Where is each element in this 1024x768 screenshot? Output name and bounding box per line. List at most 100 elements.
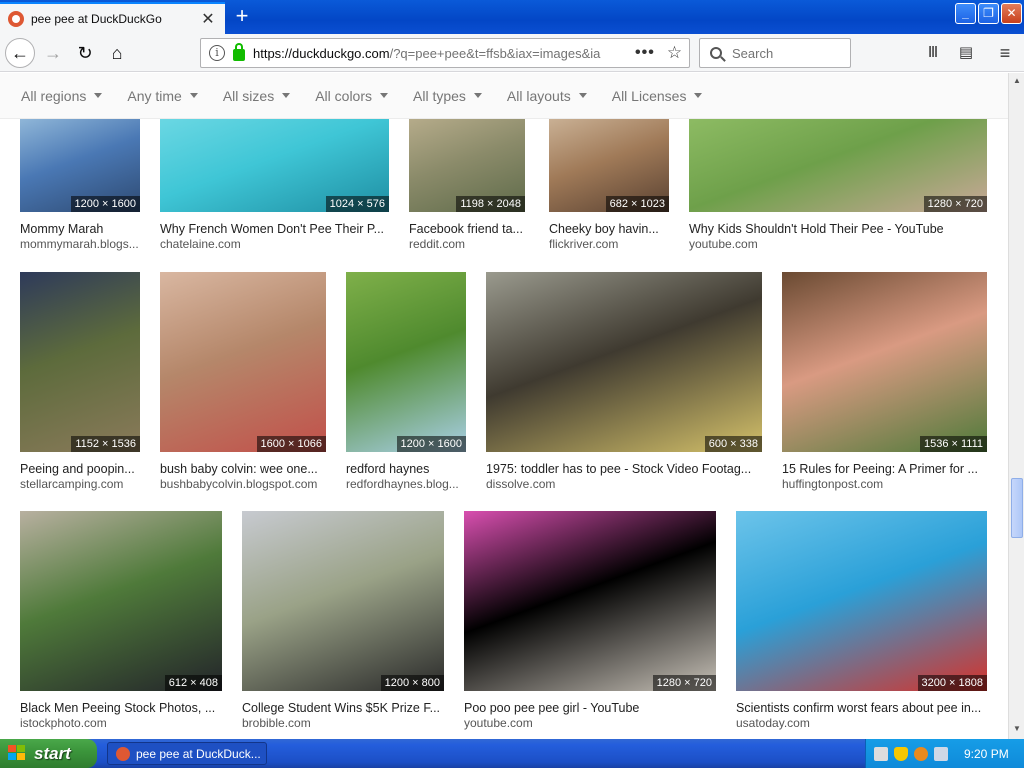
scroll-up-icon[interactable]: ▲ — [1011, 76, 1023, 88]
sidebar-toggle-icon[interactable]: ▤ — [955, 42, 977, 64]
forward-button[interactable]: → — [38, 38, 68, 68]
navigation-toolbar: ← → ↻ ⌂ i https://duckduckgo.com/?q=pee+… — [0, 34, 1024, 72]
filter-type[interactable]: All types — [413, 88, 482, 104]
result-title[interactable]: Mommy Marah — [20, 222, 140, 236]
magnifier-icon[interactable] — [914, 746, 928, 761]
result-title[interactable]: Cheeky boy havin... — [549, 222, 669, 236]
filter-time[interactable]: Any time — [127, 88, 197, 104]
filter-region[interactable]: All regions — [21, 88, 102, 104]
image-dimensions-badge: 1200 × 1600 — [70, 196, 140, 212]
result-title[interactable]: Why French Women Don't Pee Their P... — [160, 222, 389, 236]
result-source[interactable]: mommymarah.blogs... — [20, 237, 140, 251]
filter-license[interactable]: All Licenses — [612, 88, 703, 104]
result-thumbnail[interactable]: 3200 × 1808 — [736, 511, 987, 691]
result-thumbnail[interactable]: 1152 × 1536 — [20, 272, 140, 452]
result-thumbnail[interactable]: 1200 × 1600 — [20, 119, 140, 212]
image-result[interactable]: 682 × 1023 Cheeky boy havin... flickriver.… — [549, 119, 669, 260]
result-title[interactable]: College Student Wins $5K Prize F... — [242, 701, 444, 715]
result-title[interactable]: redford haynes — [346, 462, 466, 476]
result-source[interactable]: dissolve.com — [486, 477, 762, 491]
image-result[interactable]: 1200 × 800 College Student Wins $5K Prize… — [242, 511, 444, 739]
back-button[interactable]: ← — [5, 38, 35, 68]
hamburger-menu-icon[interactable]: ≡ — [994, 42, 1016, 64]
filter-color[interactable]: All colors — [315, 88, 388, 104]
image-result[interactable]: 1280 × 720 Poo poo pee pee girl - YouTube… — [464, 511, 716, 739]
result-title[interactable]: Scientists confirm worst fears about pee… — [736, 701, 987, 715]
search-box[interactable]: Search — [699, 38, 851, 68]
bookmark-star-icon[interactable]: ☆ — [667, 43, 682, 63]
result-source[interactable]: flickriver.com — [549, 237, 669, 251]
result-title[interactable]: Why Kids Shouldn't Hold Their Pee - YouT… — [689, 222, 987, 236]
result-thumbnail[interactable]: 600 × 338 — [486, 272, 762, 452]
image-result[interactable]: 1600 × 1066 bush baby colvin: wee one... b… — [160, 272, 326, 500]
result-source[interactable]: bushbabycolvin.blogspot.com — [160, 477, 326, 491]
vertical-scrollbar[interactable]: ▲ ▼ — [1008, 73, 1024, 739]
keyboard-icon[interactable] — [874, 746, 888, 761]
result-source[interactable]: huffingtonpost.com — [782, 477, 987, 491]
reload-button[interactable]: ↻ — [70, 38, 100, 68]
home-button[interactable]: ⌂ — [102, 38, 132, 68]
browser-tab[interactable]: pee pee at DuckDuckGo ✕ — [0, 2, 225, 34]
image-result[interactable]: 1198 × 2048 Facebook friend ta... reddit.c… — [409, 119, 525, 260]
image-result[interactable]: 1280 × 720 Why Kids Shouldn't Hold Their … — [689, 119, 987, 260]
maximize-button[interactable]: ❐ — [978, 3, 999, 24]
result-thumbnail[interactable]: 612 × 408 — [20, 511, 222, 691]
duckduckgo-favicon-icon — [8, 11, 24, 27]
image-result[interactable]: 3200 × 1808 Scientists confirm worst fear… — [736, 511, 987, 739]
result-thumbnail[interactable]: 1200 × 800 — [242, 511, 444, 691]
result-source[interactable]: reddit.com — [409, 237, 525, 251]
image-dimensions-badge: 3200 × 1808 — [917, 675, 987, 691]
security-shield-icon[interactable] — [894, 746, 908, 761]
filter-layout[interactable]: All layouts — [507, 88, 587, 104]
result-thumbnail[interactable]: 1536 × 1111 — [782, 272, 987, 452]
image-result[interactable]: 600 × 338 1975: toddler has to pee - Stoc… — [486, 272, 762, 500]
start-label: start — [34, 743, 71, 763]
image-result[interactable]: 1152 × 1536 Peeing and poopin... stellarca… — [20, 272, 140, 500]
result-thumbnail[interactable]: 1280 × 720 — [689, 119, 987, 212]
result-source[interactable]: brobible.com — [242, 716, 444, 730]
result-source[interactable]: youtube.com — [689, 237, 987, 251]
result-thumbnail[interactable]: 1200 × 1600 — [346, 272, 466, 452]
result-title[interactable]: bush baby colvin: wee one... — [160, 462, 326, 476]
image-result[interactable]: 612 × 408 Black Men Peeing Stock Photos, … — [20, 511, 222, 739]
library-icon[interactable]: Ⅲ — [922, 42, 944, 64]
new-tab-button[interactable]: + — [231, 5, 253, 27]
image-result[interactable]: 1024 × 576 Why French Women Don't Pee The… — [160, 119, 389, 260]
scroll-down-icon[interactable]: ▼ — [1011, 724, 1023, 736]
close-window-button[interactable]: ✕ — [1001, 3, 1022, 24]
scrollbar-thumb[interactable] — [1011, 478, 1023, 538]
filter-size[interactable]: All sizes — [223, 88, 290, 104]
speaker-icon[interactable] — [934, 746, 948, 761]
result-source[interactable]: chatelaine.com — [160, 237, 389, 251]
result-thumbnail[interactable]: 1280 × 720 — [464, 511, 716, 691]
taskbar-window-item[interactable]: pee pee at DuckDuck... — [107, 742, 267, 765]
result-thumbnail[interactable]: 1024 × 576 — [160, 119, 389, 212]
result-title[interactable]: 15 Rules for Peeing: A Primer for ... — [782, 462, 987, 476]
result-thumbnail[interactable]: 682 × 1023 — [549, 119, 669, 212]
result-title[interactable]: Peeing and poopin... — [20, 462, 140, 476]
image-result[interactable]: 1536 × 1111 15 Rules for Peeing: A Primer… — [782, 272, 987, 500]
image-dimensions-badge: 612 × 408 — [164, 675, 222, 691]
address-bar[interactable]: i https://duckduckgo.com/?q=pee+pee&t=ff… — [200, 38, 690, 68]
minimize-button[interactable]: _ — [955, 3, 976, 24]
result-title[interactable]: Black Men Peeing Stock Photos, ... — [20, 701, 222, 715]
url-text[interactable]: https://duckduckgo.com/?q=pee+pee&t=ffsb… — [253, 46, 629, 61]
image-dimensions-badge: 600 × 338 — [704, 436, 762, 452]
result-source[interactable]: usatoday.com — [736, 716, 987, 730]
result-source[interactable]: redfordhaynes.blog... — [346, 477, 466, 491]
result-title[interactable]: Poo poo pee pee girl - YouTube — [464, 701, 716, 715]
result-thumbnail[interactable]: 1198 × 2048 — [409, 119, 525, 212]
result-title[interactable]: 1975: toddler has to pee - Stock Video F… — [486, 462, 762, 476]
close-tab-icon[interactable]: ✕ — [199, 9, 217, 29]
image-result[interactable]: 1200 × 1600 redford haynes redfordhaynes.b… — [346, 272, 466, 500]
result-source[interactable]: stellarcamping.com — [20, 477, 140, 491]
result-source[interactable]: youtube.com — [464, 716, 716, 730]
image-result[interactable]: 1200 × 1600 Mommy Marah mommymarah.blogs..… — [20, 119, 140, 260]
result-title[interactable]: Facebook friend ta... — [409, 222, 525, 236]
page-actions-icon[interactable]: ••• — [635, 44, 655, 62]
image-dimensions-badge: 1280 × 720 — [652, 675, 716, 691]
result-source[interactable]: istockphoto.com — [20, 716, 222, 730]
result-thumbnail[interactable]: 1600 × 1066 — [160, 272, 326, 452]
start-button[interactable]: start — [0, 739, 97, 768]
site-info-icon[interactable]: i — [209, 45, 225, 61]
